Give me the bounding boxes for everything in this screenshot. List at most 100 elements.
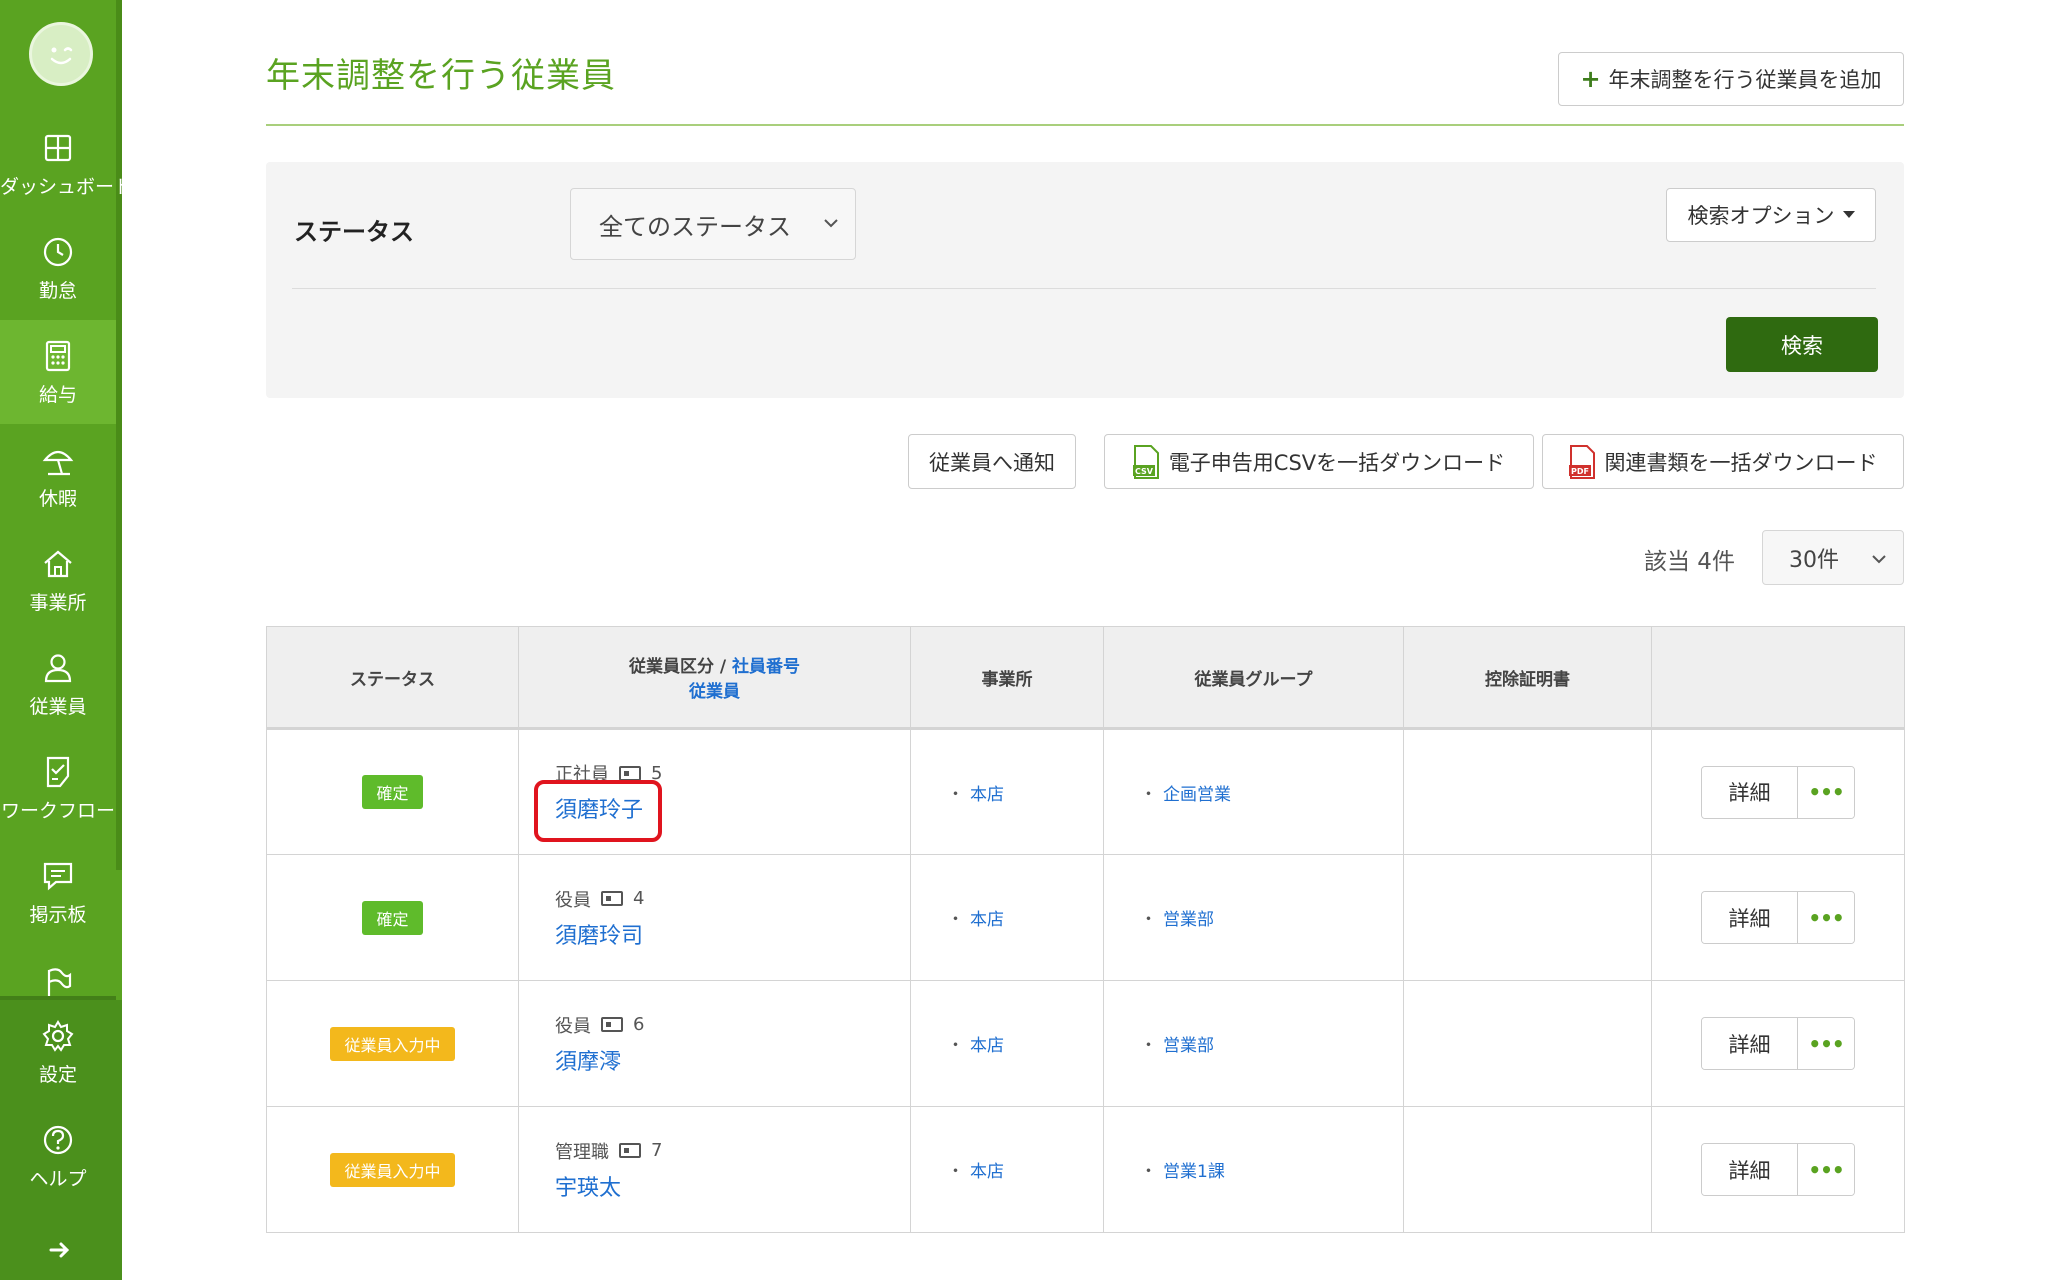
certificate-cell: [1403, 728, 1652, 855]
avatar[interactable]: [29, 22, 93, 86]
sidebar: ダッシュボード 勤怠 給与 休暇 事業所 従業員 ワークフロー 掲示板 設定 ヘ…: [0, 0, 134, 1280]
employee-category: 役員: [555, 889, 591, 911]
status-select[interactable]: 全てのステータス: [570, 188, 856, 260]
header-actions: [1651, 626, 1905, 730]
chevron-down-icon: [824, 219, 838, 228]
search-button[interactable]: 検索: [1726, 317, 1878, 372]
sidebar-item-help[interactable]: ヘルプ: [0, 1104, 116, 1208]
sidebar-item-leave[interactable]: 休暇: [0, 424, 116, 528]
office-link[interactable]: 本店: [970, 910, 1004, 930]
more-options-button[interactable]: •••: [1798, 1144, 1854, 1195]
sidebar-item-label: 掲示板: [29, 904, 87, 926]
search-options-button[interactable]: 検索オプション: [1666, 188, 1876, 242]
detail-button[interactable]: 詳細: [1702, 892, 1798, 943]
avatar-area[interactable]: [0, 0, 116, 110]
sidebar-item-label: ワークフロー: [0, 800, 115, 822]
sidebar-item-workflow[interactable]: ワークフロー: [0, 736, 116, 840]
pdf-file-icon: PDF: [1568, 444, 1595, 479]
office-link[interactable]: 本店: [970, 1036, 1004, 1056]
header-employee-sort[interactable]: 従業員: [519, 677, 910, 702]
header-separator: /: [713, 657, 733, 677]
per-page-select[interactable]: 30件: [1762, 530, 1904, 585]
sidebar-item-label: 事業所: [29, 592, 87, 614]
id-card-icon: [601, 1017, 623, 1032]
table-row: 従業員入力中 管理職 7 宇瑛太 ・本店 ・営業1課 詳細 •••: [266, 1106, 1905, 1233]
header-group: 従業員グループ: [1103, 626, 1404, 730]
title-divider: [266, 124, 1904, 126]
chevron-down-icon: [1872, 555, 1886, 564]
detail-button[interactable]: 詳細: [1702, 1018, 1798, 1069]
docs-download-button[interactable]: PDF 関連書類を一括ダウンロード: [1542, 434, 1904, 489]
sidebar-item-dashboard[interactable]: ダッシュボード: [0, 112, 134, 216]
sidebar-item-payroll[interactable]: 給与: [0, 320, 116, 424]
home-icon: [44, 550, 72, 578]
sidebar-item-label: ヘルプ: [29, 1168, 87, 1190]
more-options-button[interactable]: •••: [1798, 1018, 1854, 1069]
group-link[interactable]: 営業部: [1163, 910, 1214, 930]
sidebar-item-office[interactable]: 事業所: [0, 528, 116, 632]
status-badge: 確定: [362, 900, 423, 935]
office-link[interactable]: 本店: [970, 785, 1004, 805]
add-employee-button[interactable]: + 年末調整を行う従業員を追加: [1558, 52, 1904, 106]
per-page-value: 30件: [1789, 547, 1839, 573]
employee-number: 7: [651, 1140, 663, 1161]
status-badge: 確定: [362, 775, 423, 809]
svg-text:CSV: CSV: [1135, 467, 1154, 476]
caret-down-icon: [1842, 211, 1855, 218]
sidebar-item-label: 勤怠: [38, 280, 77, 302]
page-title: 年末調整を行う従業員: [266, 56, 616, 96]
id-card-icon: [601, 891, 623, 906]
status-select-value: 全てのステータス: [599, 212, 791, 241]
more-options-button[interactable]: •••: [1798, 892, 1854, 943]
csv-download-button[interactable]: CSV 電子申告用CSVを一括ダウンロード: [1104, 434, 1534, 489]
group-link[interactable]: 営業部: [1163, 1036, 1214, 1056]
more-options-button[interactable]: •••: [1798, 766, 1854, 818]
header-employee: 従業員区分 / 社員番号 従業員: [518, 626, 911, 730]
sidebar-item-employees[interactable]: 従業員: [0, 632, 116, 736]
detail-button[interactable]: 詳細: [1702, 766, 1798, 818]
sidebar-item-settings[interactable]: 設定: [0, 1000, 116, 1104]
plus-icon: +: [1580, 65, 1601, 93]
search-divider: [292, 288, 1876, 289]
add-employee-label: 年末調整を行う従業員を追加: [1608, 68, 1882, 92]
employee-category: 役員: [555, 1015, 591, 1037]
office-link[interactable]: 本店: [970, 1162, 1004, 1182]
header-number-sort[interactable]: 社員番号: [732, 657, 800, 677]
sidebar-item-board[interactable]: 掲示板: [0, 840, 116, 944]
sidebar-item-label: ダッシュボード: [0, 176, 134, 198]
header-category: 従業員区分: [628, 657, 714, 677]
checklist-icon: [46, 756, 70, 788]
smile-icon: [50, 47, 73, 65]
arrow-right-icon[interactable]: [48, 1238, 72, 1262]
help-icon: [43, 1125, 73, 1155]
employee-number: 6: [633, 1014, 645, 1035]
detail-button[interactable]: 詳細: [1702, 1144, 1798, 1195]
employee-name-link[interactable]: 宇瑛太: [555, 1170, 910, 1202]
group-link[interactable]: 営業1課: [1163, 1162, 1225, 1182]
group-link[interactable]: 企画営業: [1163, 785, 1231, 805]
highlight-box: [534, 780, 662, 842]
docs-download-label: 関連書類を一括ダウンロード: [1604, 450, 1878, 475]
umbrella-icon: [42, 450, 74, 476]
sidebar-scrollbar[interactable]: [116, 0, 122, 870]
notify-employees-button[interactable]: 従業員へ通知: [908, 434, 1076, 489]
employee-category: 管理職: [555, 1141, 609, 1163]
result-count: 該当 4件: [1644, 549, 1735, 575]
employee-number: 4: [633, 888, 645, 909]
sidebar-item-label: 給与: [38, 384, 77, 406]
table-row: 確定 役員 4 須磨玲司 ・本店 ・営業部 詳細 •••: [266, 854, 1905, 981]
header-office: 事業所: [910, 626, 1104, 730]
sidebar-item-attendance[interactable]: 勤怠: [0, 216, 116, 320]
employee-name-link[interactable]: 須摩澪: [555, 1044, 910, 1076]
sidebar-item-label: 休暇: [38, 488, 77, 510]
csv-download-label: 電子申告用CSVを一括ダウンロード: [1168, 450, 1506, 475]
dashboard-icon: [44, 134, 72, 162]
employee-name-link[interactable]: 須磨玲司: [555, 918, 910, 950]
search-panel: ステータス 全てのステータス 検索オプション 検索: [266, 162, 1904, 398]
clock-icon: [43, 237, 73, 267]
sidebar-item-flag[interactable]: [0, 944, 116, 998]
certificate-cell: [1403, 1106, 1652, 1233]
id-card-icon: [619, 765, 641, 781]
sidebar-item-label: 設定: [38, 1064, 77, 1086]
person-icon: [44, 654, 72, 683]
